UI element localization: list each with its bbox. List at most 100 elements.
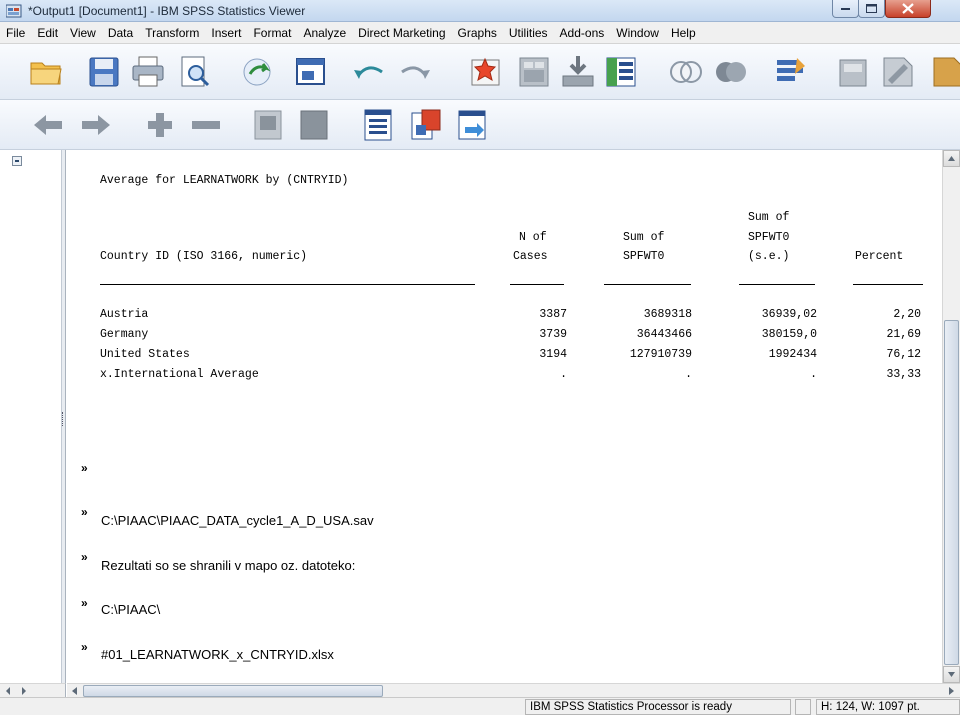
vertical-scroll-thumb[interactable] bbox=[944, 320, 959, 665]
cell-n: . bbox=[560, 368, 567, 381]
print-preview-icon[interactable] bbox=[177, 54, 213, 90]
back-icon[interactable] bbox=[30, 107, 66, 143]
header-rule-country bbox=[100, 284, 475, 285]
insert-text-icon[interactable] bbox=[880, 54, 916, 90]
scroll-up-button[interactable] bbox=[943, 150, 960, 167]
minimize-button[interactable] bbox=[832, 0, 859, 18]
show-icon[interactable] bbox=[250, 107, 286, 143]
splitter-grip-icon[interactable] bbox=[62, 412, 64, 426]
menu-data[interactable]: Data bbox=[102, 26, 139, 40]
menu-bar: File Edit View Data Transform Insert For… bbox=[0, 22, 960, 44]
processor-status: IBM SPSS Statistics Processor is ready bbox=[525, 699, 791, 715]
redo-icon[interactable] bbox=[398, 54, 434, 90]
title-bar: *Output1 [Document1] - IBM SPSS Statisti… bbox=[0, 0, 960, 22]
log-chevron-icon: » bbox=[81, 550, 88, 564]
status-bar: IBM SPSS Statistics Processor is ready H… bbox=[0, 697, 960, 715]
horizontal-scrollbar[interactable] bbox=[67, 683, 960, 697]
outline-pane[interactable] bbox=[0, 150, 66, 683]
spelling-icon[interactable] bbox=[773, 54, 809, 90]
export-icon[interactable] bbox=[240, 54, 276, 90]
log-chevron-icon: » bbox=[81, 640, 88, 654]
use-variable-sets-icon[interactable] bbox=[668, 54, 704, 90]
goto-variable-icon[interactable] bbox=[560, 54, 596, 90]
menu-direct-marketing[interactable]: Direct Marketing bbox=[352, 26, 451, 40]
cell-country: x.International Average bbox=[100, 368, 259, 381]
menu-help[interactable]: Help bbox=[665, 26, 702, 40]
menu-file[interactable]: File bbox=[0, 26, 31, 40]
col-header-sum-line2: SPFWT0 bbox=[623, 250, 665, 263]
scroll-down-button[interactable] bbox=[943, 666, 960, 683]
cell-n: 3739 bbox=[539, 328, 567, 341]
cell-n: 3387 bbox=[539, 308, 567, 321]
cell-percent: 33,33 bbox=[886, 368, 921, 381]
log-line: C:\PIAAC\PIAAC_DATA_cycle1_A_D_USA.sav bbox=[101, 513, 374, 528]
save-icon[interactable] bbox=[86, 54, 122, 90]
log-line: Rezultati so se shranili v mapo oz. dato… bbox=[101, 558, 356, 573]
insert-title-icon[interactable] bbox=[930, 54, 960, 90]
outline-collapse-icon[interactable] bbox=[12, 156, 22, 166]
insert-output-icon[interactable] bbox=[836, 54, 872, 90]
insert-heading-icon[interactable] bbox=[360, 107, 396, 143]
dimensions-status: H: 124, W: 1097 pt. bbox=[816, 699, 960, 715]
menu-add-ons[interactable]: Add-ons bbox=[554, 26, 611, 40]
menu-edit[interactable]: Edit bbox=[31, 26, 64, 40]
menu-format[interactable]: Format bbox=[247, 26, 297, 40]
header-rule-sum bbox=[604, 284, 691, 285]
cell-se: 1992434 bbox=[768, 348, 817, 361]
goto-case-icon[interactable] bbox=[516, 54, 552, 90]
menu-utilities[interactable]: Utilities bbox=[503, 26, 554, 40]
header-rule-ncases bbox=[510, 284, 564, 285]
arrow-right-icon[interactable] bbox=[945, 685, 957, 697]
col-header-percent: Percent bbox=[855, 250, 904, 263]
print-icon[interactable] bbox=[130, 54, 166, 90]
cell-sum: . bbox=[685, 368, 692, 381]
col-header-se-line3: (s.e.) bbox=[748, 250, 790, 263]
navigation-toolbar bbox=[0, 100, 960, 150]
menu-analyze[interactable]: Analyze bbox=[297, 26, 352, 40]
menu-graphs[interactable]: Graphs bbox=[452, 26, 503, 40]
outline-scroll-arrows-icon[interactable] bbox=[4, 685, 34, 697]
cell-percent: 76,12 bbox=[886, 348, 921, 361]
maximize-button[interactable] bbox=[858, 0, 885, 18]
insert-output-page-icon[interactable] bbox=[408, 107, 444, 143]
undo-icon[interactable] bbox=[350, 54, 386, 90]
log-line: C:\PIAAC\ bbox=[101, 602, 161, 617]
recall-dialog-icon[interactable] bbox=[293, 54, 329, 90]
col-header-ncases-line2: Cases bbox=[513, 250, 548, 263]
forward-icon[interactable] bbox=[78, 107, 114, 143]
collapse-icon[interactable] bbox=[188, 107, 224, 143]
expand-icon[interactable] bbox=[142, 107, 178, 143]
spss-app-icon[interactable] bbox=[6, 3, 22, 18]
menu-insert[interactable]: Insert bbox=[205, 26, 247, 40]
cell-se: 380159,0 bbox=[761, 328, 817, 341]
designate-window-icon[interactable] bbox=[455, 107, 491, 143]
cell-percent: 21,69 bbox=[886, 328, 921, 341]
cell-country: Austria bbox=[100, 308, 149, 321]
outline-horizontal-scrollbar[interactable] bbox=[0, 683, 66, 697]
arrow-down-icon bbox=[948, 672, 955, 677]
show-all-variables-icon[interactable] bbox=[713, 54, 749, 90]
output-viewer[interactable]: Average for LEARNATWORK by (CNTRYID) Cou… bbox=[67, 150, 942, 683]
arrow-left-icon[interactable] bbox=[69, 685, 81, 697]
horizontal-scroll-thumb[interactable] bbox=[83, 685, 383, 697]
variables-icon[interactable] bbox=[603, 54, 639, 90]
vertical-scrollbar[interactable] bbox=[942, 150, 960, 683]
header-rule-se bbox=[739, 284, 815, 285]
minimize-icon bbox=[840, 7, 850, 10]
menu-view[interactable]: View bbox=[64, 26, 102, 40]
col-header-se-line2: SPFWT0 bbox=[748, 231, 790, 244]
close-icon bbox=[902, 3, 914, 14]
menu-transform[interactable]: Transform bbox=[139, 26, 205, 40]
goto-data-icon[interactable] bbox=[468, 54, 504, 90]
cell-sum: 3689318 bbox=[643, 308, 692, 321]
cell-se: . bbox=[810, 368, 817, 381]
maximize-icon bbox=[866, 4, 877, 13]
col-header-ncases-line1: N of bbox=[519, 231, 547, 244]
close-button[interactable] bbox=[885, 0, 931, 18]
cell-sum: 127910739 bbox=[629, 348, 692, 361]
menu-window[interactable]: Window bbox=[610, 26, 665, 40]
header-rule-percent bbox=[853, 284, 923, 285]
hide-icon[interactable] bbox=[296, 107, 332, 143]
open-folder-icon[interactable] bbox=[28, 54, 64, 90]
cell-country: United States bbox=[100, 348, 190, 361]
